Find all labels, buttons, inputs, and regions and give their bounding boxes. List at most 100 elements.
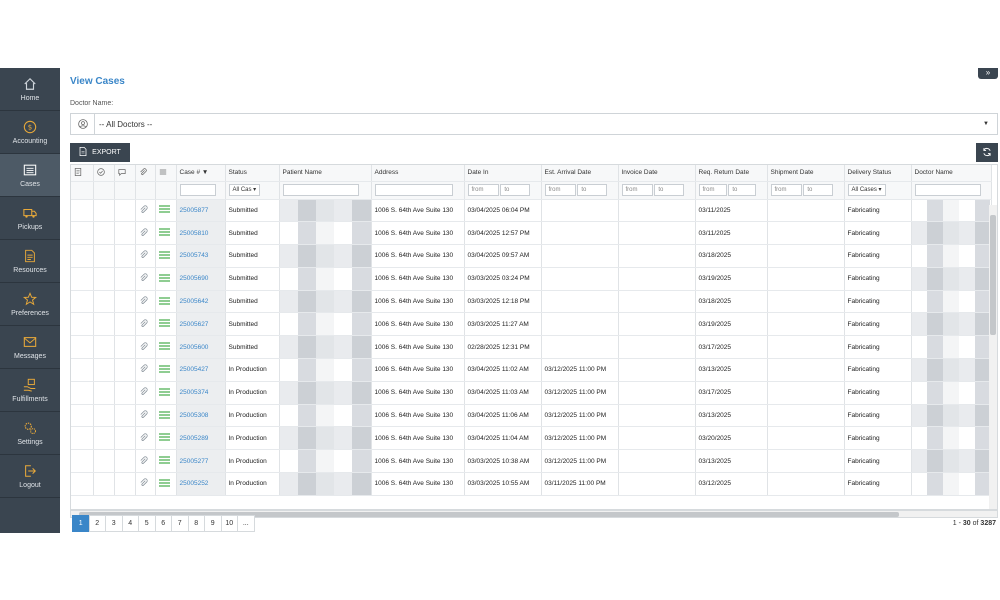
paperclip-icon[interactable] bbox=[139, 205, 148, 216]
table-row[interactable]: 25005877 Submitted 1006 S. 64th Ave Suite … bbox=[71, 199, 992, 223]
table-row[interactable]: 25005642 Submitted 1006 S. 64th Ave Suite … bbox=[71, 290, 992, 314]
paperclip-icon[interactable] bbox=[139, 456, 148, 467]
paperclip-icon[interactable] bbox=[139, 273, 148, 284]
page-button[interactable]: 4 bbox=[121, 515, 139, 532]
col-invoice-date[interactable]: Invoice Date bbox=[618, 165, 696, 182]
paperclip-icon[interactable] bbox=[139, 342, 148, 353]
col-est-arrival-date[interactable]: Est. Arrival Date bbox=[541, 165, 619, 182]
est-arrival-to-input[interactable]: to bbox=[577, 184, 608, 196]
table-row[interactable]: 25005600 Submitted 1006 S. 64th Ave Suite … bbox=[71, 335, 992, 360]
row-menu-icon[interactable] bbox=[158, 251, 170, 259]
row-menu-icon[interactable] bbox=[158, 365, 170, 373]
table-row[interactable]: 25005308 In Production 1006 S. 64th Ave Su… bbox=[71, 404, 992, 428]
col-status[interactable]: Status bbox=[225, 165, 280, 182]
table-row[interactable]: 25005743 Submitted 1006 S. 64th Ave Suite … bbox=[71, 244, 992, 268]
paperclip-icon[interactable] bbox=[139, 433, 148, 444]
case-number-link[interactable]: 25005427 bbox=[176, 358, 226, 382]
sidebar-item-accounting[interactable]: $ Accounting bbox=[0, 111, 60, 154]
case-number-link[interactable]: 25005308 bbox=[176, 404, 226, 428]
col-date-in[interactable]: Date In bbox=[464, 165, 542, 182]
row-menu-icon[interactable] bbox=[158, 388, 170, 396]
col-address[interactable]: Address bbox=[371, 165, 465, 182]
row-menu-icon[interactable] bbox=[158, 479, 170, 487]
req-return-to-input[interactable]: to bbox=[728, 184, 757, 196]
invoice-from-input[interactable]: from bbox=[621, 184, 653, 196]
paperclip-icon[interactable] bbox=[139, 296, 148, 307]
table-row[interactable]: 25005252 In Production 1006 S. 64th Ave Su… bbox=[71, 472, 992, 496]
row-menu-icon[interactable] bbox=[158, 342, 170, 350]
col-case-number[interactable]: Case # ▼ bbox=[176, 165, 226, 182]
case-number-link[interactable]: 25005743 bbox=[176, 244, 226, 268]
paperclip-icon[interactable] bbox=[139, 387, 148, 398]
page-button[interactable]: 2 bbox=[88, 515, 106, 532]
sidebar-item-preferences[interactable]: Preferences bbox=[0, 283, 60, 326]
row-menu-icon[interactable] bbox=[158, 205, 170, 213]
page-button[interactable]: 7 bbox=[171, 515, 189, 532]
col-attachments[interactable] bbox=[135, 165, 156, 182]
req-return-from-input[interactable]: from bbox=[698, 184, 727, 196]
col-patient-name[interactable]: Patient Name bbox=[279, 165, 372, 182]
doctor-filter-input[interactable] bbox=[914, 184, 981, 196]
delivery-filter-select[interactable]: All Cases ▾ bbox=[847, 184, 886, 196]
sidebar-item-logout[interactable]: Logout bbox=[0, 455, 60, 498]
sidebar-item-fulfillments[interactable]: Fulfillments bbox=[0, 369, 60, 412]
paperclip-icon[interactable] bbox=[139, 364, 148, 375]
table-row[interactable]: 25005277 In Production 1006 S. 64th Ave Su… bbox=[71, 449, 992, 474]
case-number-link[interactable]: 25005642 bbox=[176, 290, 226, 314]
case-number-link[interactable]: 25005277 bbox=[176, 449, 226, 474]
date-in-from-input[interactable]: from bbox=[467, 184, 499, 196]
page-button[interactable]: 8 bbox=[187, 515, 205, 532]
table-row[interactable]: 25005627 Submitted 1006 S. 64th Ave Suite … bbox=[71, 312, 992, 337]
page-button[interactable]: 6 bbox=[154, 515, 172, 532]
sidebar-item-pickups[interactable]: Pickups bbox=[0, 197, 60, 240]
page-button[interactable]: 1 bbox=[72, 515, 90, 532]
sidebar-item-home[interactable]: Home bbox=[0, 68, 60, 111]
page-button[interactable]: 3 bbox=[105, 515, 123, 532]
table-row[interactable]: 25005427 In Production 1006 S. 64th Ave Su… bbox=[71, 358, 992, 382]
paperclip-icon[interactable] bbox=[139, 478, 148, 489]
col-menu[interactable] bbox=[155, 165, 177, 182]
sidebar-item-messages[interactable]: Messages bbox=[0, 326, 60, 369]
row-menu-icon[interactable] bbox=[158, 274, 170, 282]
case-number-link[interactable]: 25005374 bbox=[176, 381, 226, 405]
export-button[interactable]: EXPORT bbox=[70, 143, 130, 162]
collapse-toggle-button[interactable]: » bbox=[978, 68, 998, 79]
vertical-scrollbar[interactable] bbox=[989, 205, 997, 509]
table-row[interactable]: 25005374 In Production 1006 S. 64th Ave Su… bbox=[71, 381, 992, 405]
table-row[interactable]: 25005690 Submitted 1006 S. 64th Ave Suite … bbox=[71, 267, 992, 291]
invoice-to-input[interactable]: to bbox=[654, 184, 685, 196]
col-delivery-status[interactable]: Delivery Status bbox=[844, 165, 912, 182]
shipment-to-input[interactable]: to bbox=[803, 184, 834, 196]
col-check[interactable] bbox=[93, 165, 115, 182]
paperclip-icon[interactable] bbox=[139, 250, 148, 261]
table-row[interactable]: 25005289 In Production 1006 S. 64th Ave Su… bbox=[71, 426, 992, 451]
case-number-filter-input[interactable] bbox=[179, 184, 216, 196]
case-number-link[interactable]: 25005810 bbox=[176, 221, 226, 246]
row-menu-icon[interactable] bbox=[158, 319, 170, 327]
doctor-select[interactable]: -- All Doctors -- ▼ bbox=[70, 113, 998, 135]
col-req-return-date[interactable]: Req. Return Date bbox=[695, 165, 768, 182]
case-number-link[interactable]: 25005289 bbox=[176, 426, 226, 451]
vertical-scroll-thumb[interactable] bbox=[990, 215, 996, 335]
paperclip-icon[interactable] bbox=[139, 228, 148, 239]
address-filter-input[interactable] bbox=[374, 184, 453, 196]
table-row[interactable]: 25005810 Submitted 1006 S. 64th Ave Suite … bbox=[71, 221, 992, 246]
paperclip-icon[interactable] bbox=[139, 319, 148, 330]
case-number-link[interactable]: 25005690 bbox=[176, 267, 226, 291]
col-notes[interactable] bbox=[71, 165, 94, 182]
row-menu-icon[interactable] bbox=[158, 410, 170, 419]
col-comments[interactable] bbox=[114, 165, 136, 182]
page-button[interactable]: 5 bbox=[138, 515, 156, 532]
patient-filter-input[interactable] bbox=[282, 184, 359, 196]
status-filter-select[interactable]: All Cas ▾ bbox=[228, 184, 261, 196]
row-menu-icon[interactable] bbox=[158, 456, 170, 464]
sidebar-item-settings[interactable]: Settings bbox=[0, 412, 60, 455]
row-menu-icon[interactable] bbox=[158, 228, 170, 236]
page-button[interactable]: 9 bbox=[204, 515, 222, 532]
page-button[interactable]: 10 bbox=[220, 515, 238, 532]
case-number-link[interactable]: 25005600 bbox=[176, 335, 226, 360]
col-doctor-name[interactable]: Doctor Name bbox=[911, 165, 992, 182]
shipment-from-input[interactable]: from bbox=[770, 184, 802, 196]
refresh-button[interactable] bbox=[976, 143, 998, 162]
page-button[interactable]: ... bbox=[237, 515, 255, 532]
